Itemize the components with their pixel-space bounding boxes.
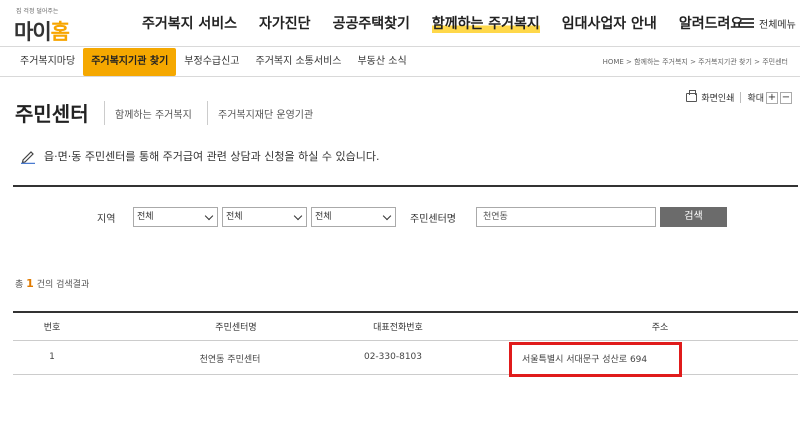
zoom-out-button[interactable]: −: [780, 91, 792, 104]
search-button[interactable]: 검색: [660, 207, 727, 227]
gnb-item-rental-business[interactable]: 임대사업자 안내: [562, 13, 657, 33]
gnb-item-together-welfare[interactable]: 함께하는 주거복지: [431, 13, 540, 33]
chevron-down-icon: [204, 211, 214, 221]
center-name-label: 주민센터명: [410, 214, 456, 225]
region-select-town-value: 전체: [315, 212, 332, 222]
gnb-item-self-diagnosis[interactable]: 자가진단: [259, 13, 311, 33]
column-header-number: 번호: [43, 323, 61, 333]
notice-text: 읍·면·동 주민센터를 통해 주거급여 관련 상담과 신청을 하실 수 있습니다…: [44, 150, 380, 163]
hamburger-icon: [740, 18, 754, 29]
gnb-item-housing-service[interactable]: 주거복지 서비스: [142, 13, 237, 33]
subnav-item-welfare-yard[interactable]: 주거복지마당: [12, 48, 83, 76]
printer-icon: [686, 90, 698, 102]
center-name-input[interactable]: 천연동: [476, 207, 656, 227]
page-tools: 화면인쇄 확대 + −: [686, 90, 792, 104]
breadcrumb: HOME > 함께하는 주거복지 > 주거복지기관 찾기 > 주민센터: [602, 58, 788, 66]
site-logo[interactable]: 집 걱정 덜어주는 마이홈: [14, 5, 94, 44]
chevron-down-icon: [382, 211, 392, 221]
pencil-icon: [21, 151, 35, 164]
tool-divider: [740, 92, 742, 103]
region-select-city[interactable]: 전체: [133, 207, 218, 227]
region-select-district[interactable]: 전체: [222, 207, 307, 227]
gnb-item-notices[interactable]: 알려드려요: [679, 13, 743, 33]
top-header: 집 걱정 덜어주는 마이홈 주거복지 서비스 자가진단 공공주택찾기 함께하는 …: [0, 0, 800, 47]
zoom-label: 확대: [747, 94, 764, 104]
address-highlight-box: [509, 342, 682, 377]
main-navigation: 주거복지 서비스 자가진단 공공주택찾기 함께하는 주거복지 임대사업자 안내 …: [142, 13, 765, 33]
result-count-number: 1: [26, 277, 34, 290]
print-button[interactable]: 화면인쇄: [701, 91, 734, 104]
cell-phone: 02-330-8103: [363, 352, 423, 362]
page-title: 주민센터: [15, 102, 89, 126]
title-divider: [104, 101, 105, 125]
cell-number: 1: [49, 352, 55, 362]
all-menu-label: 전체메뉴: [759, 20, 796, 31]
link-together-welfare[interactable]: 함께하는 주거복지: [115, 106, 192, 121]
column-header-phone: 대표전화번호: [373, 323, 423, 333]
table-header-divider: [13, 340, 798, 341]
region-select-district-value: 전체: [226, 212, 243, 222]
cell-center-name: 천연동 주민센터: [199, 355, 261, 365]
table-top-border: [13, 311, 798, 313]
result-count: 총 1 건의 검색결과: [15, 277, 90, 290]
subnav-item-communication[interactable]: 주거복지 소통서비스: [248, 48, 350, 76]
column-header-address: 주소: [651, 323, 669, 333]
notice: 읍·면·동 주민센터를 통해 주거급여 관련 상담과 신청을 하실 수 있습니다…: [20, 148, 379, 164]
logo-wordmark: 마이홈: [14, 20, 70, 44]
subnav-item-find-agency[interactable]: 주거복지기관 찾기: [83, 48, 177, 76]
region-select-city-value: 전체: [137, 212, 154, 222]
column-header-center-name: 주민센터명: [215, 323, 257, 333]
region-label: 지역: [97, 214, 116, 225]
zoom-in-button[interactable]: +: [766, 91, 778, 104]
chevron-down-icon: [293, 211, 303, 221]
section-divider: [13, 185, 798, 187]
gnb-item-public-housing[interactable]: 공공주택찾기: [333, 13, 410, 33]
logo-tagline: 집 걱정 덜어주는: [16, 8, 59, 15]
subnav-item-real-estate-news[interactable]: 부동산 소식: [349, 48, 414, 76]
region-select-town[interactable]: 전체: [311, 207, 396, 227]
link-foundation-agencies[interactable]: 주거복지재단 운영기관: [218, 106, 313, 121]
sub-navigation: 주거복지마당 주거복지기관 찾기 부정수급신고 주거복지 소통서비스 부동산 소…: [0, 48, 800, 77]
all-menu-button[interactable]: 전체메뉴: [740, 16, 796, 31]
subnav-item-fraud-report[interactable]: 부정수급신고: [176, 48, 247, 76]
title-divider: [207, 101, 208, 125]
